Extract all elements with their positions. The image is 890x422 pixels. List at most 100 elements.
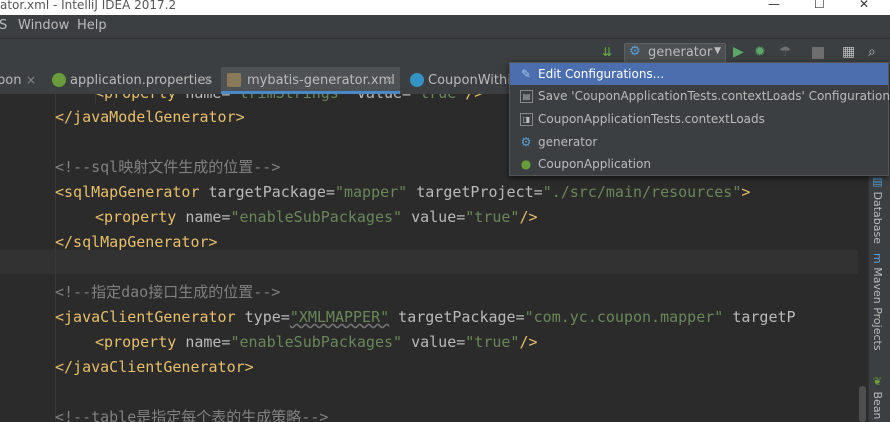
xml-tag: /> [519,333,538,351]
spring-boot-icon [52,73,66,87]
dropdown-item-coupon-tests[interactable]: ◨ CouponApplicationTests.contextLoads [510,108,888,130]
xml-tag: <javaClientGenerator [55,308,245,326]
dropdown-item-save-configuration[interactable]: ▤ Save 'CouponApplicationTests.contextLo… [510,85,890,107]
xml-value: "trimStrings" [230,94,347,102]
tab-mybatis-generator-xml[interactable]: mybatis-generator.xml × [221,67,400,94]
xml-comment: <!--table是指定每个表的生成策略--> [55,408,329,422]
dropdown-item-label: CouponApplication [538,157,651,171]
dropdown-item-edit-configurations[interactable]: ✎ Edit Configurations... [510,63,888,85]
xml-attr: targetP [723,308,796,326]
gear-icon: ⚙ [520,135,532,149]
xml-attr: value= [402,208,466,226]
tool-window-maven-projects[interactable]: m Maven Projects [871,253,884,351]
dropdown-item-label: Save 'CouponApplicationTests.contextLoad… [538,89,890,103]
search-icon[interactable]: ⌕ [868,44,876,60]
tab-close-icon[interactable]: × [26,73,36,87]
tab-label: application.properties [70,73,213,88]
xml-file-icon [227,73,241,87]
debug-icon[interactable]: ✹ [754,44,766,60]
menu-item-window[interactable]: Window [18,18,69,33]
xml-comment: <!--指定dao接口生成的位置--> [55,283,281,301]
xml-tag: </sqlMapGenerator> [55,233,218,251]
code-line: <javaClientGenerator type="XMLMAPPER" ta… [55,305,796,330]
xml-tag: </javaModelGenerator> [55,108,245,126]
xml-value: "enableSubPackages" [230,333,403,351]
xml-value: "enableSubPackages" [230,208,403,226]
tool-window-label: Database [871,191,884,245]
dropdown-item-coupon-application[interactable]: ● CouponApplication [510,153,888,175]
run-config-dropdown: ✎ Edit Configurations... ▤ Save 'CouponA… [509,62,890,176]
xml-tag: /> [519,208,538,226]
class-icon [410,73,424,87]
maven-icon: m [871,253,884,268]
title-bar: ator.xml - IntelliJ IDEA 2017.2 — ☐ ✕ [0,0,890,15]
coverage-icon[interactable]: ☂ [779,44,792,60]
tab-label: pon [0,73,22,88]
menu-bar: S Window Help [0,15,890,39]
tab-label: CouponWithin [428,73,520,88]
xml-tag: <property [95,208,186,226]
dropdown-item-generator[interactable]: ⚙ generator [510,131,888,153]
code-line: <!--指定dao接口生成的位置--> [55,280,280,305]
gear-icon: ⚙ [629,44,641,59]
code-line: </javaModelGenerator> [55,105,245,130]
window-title: ator.xml - IntelliJ IDEA 2017.2 [0,0,177,12]
edit-config-icon: ✎ [520,67,532,81]
xml-tag: <sqlMapGenerator [55,183,209,201]
xml-value: "true" [465,208,520,226]
tool-window-database[interactable]: ▤ Database [871,175,884,244]
build-icon[interactable]: ⇊ [602,45,612,59]
tab-close-icon[interactable]: × [384,73,394,87]
chevron-down-icon: ▼ [714,46,721,56]
maximize-button[interactable]: ☐ [814,0,825,11]
database-icon: ▤ [871,175,884,192]
tab-application-properties[interactable]: application.properties × [46,67,221,94]
code-line: <sqlMapGenerator targetPackage="mapper" … [55,180,750,205]
xml-attr: value= [348,94,411,102]
xml-attr: targetPackage= [208,183,335,201]
code-line: </sqlMapGenerator> [55,230,218,255]
close-button[interactable]: ✕ [859,0,869,11]
tool-window-bean[interactable]: ❦ Bean [871,375,884,420]
run-config-label: generator [648,45,713,60]
dropdown-item-label: CouponApplicationTests.contextLoads [538,112,765,126]
run-icon[interactable]: ▶ [733,44,744,60]
dropdown-item-label: generator [538,135,598,149]
xml-value: "./src/main/resources" [542,183,742,201]
tab-label: mybatis-generator.xml [247,73,395,88]
xml-value: "mapper" [334,183,408,201]
stop-icon[interactable] [812,47,824,59]
minimize-button[interactable]: — [768,0,780,11]
xml-tag: /> [465,94,483,102]
junit-icon: ◨ [520,113,533,126]
code-line: </javaClientGenerator> [55,355,254,380]
xml-tag: > [741,183,751,201]
scrollbar-thumb[interactable] [859,386,866,422]
xml-tag: </javaClientGenerator> [55,358,254,376]
dropdown-item-label: Edit Configurations... [538,67,665,81]
tab-coupon-within[interactable]: CouponWithin [400,67,519,94]
tab-coupon[interactable]: pon × [0,67,46,94]
xml-attr: name= [185,208,231,226]
run-config-combo[interactable]: ⚙ generator ▼ [624,43,726,63]
menu-item-help[interactable]: Help [77,18,107,33]
code-line: <!--table是指定每个表的生成策略--> [55,405,328,422]
xml-value: "XMLMAPPER" [289,308,390,326]
code-line: <property name="enableSubPackages" value… [95,330,538,355]
xml-value: "com.yc.coupon.mapper" [524,308,724,326]
xml-attr: targetPackage= [389,308,525,326]
xml-attr: name= [185,94,230,102]
xml-tag: <property [95,333,186,351]
project-structure-icon[interactable]: ▦ [842,44,855,60]
spring-boot-icon: ● [520,157,532,171]
tab-close-icon[interactable]: × [203,73,213,87]
xml-value: "true" [411,94,465,102]
xml-attr: name= [185,333,231,351]
save-config-icon: ▤ [520,90,533,103]
code-line: <property name="enableSubPackages" value… [95,205,538,230]
menu-item-s[interactable]: S [0,18,7,33]
xml-value: "true" [465,333,520,351]
xml-attr: value= [402,333,466,351]
xml-attr: type= [244,308,290,326]
tool-window-label: Bean [871,391,884,420]
